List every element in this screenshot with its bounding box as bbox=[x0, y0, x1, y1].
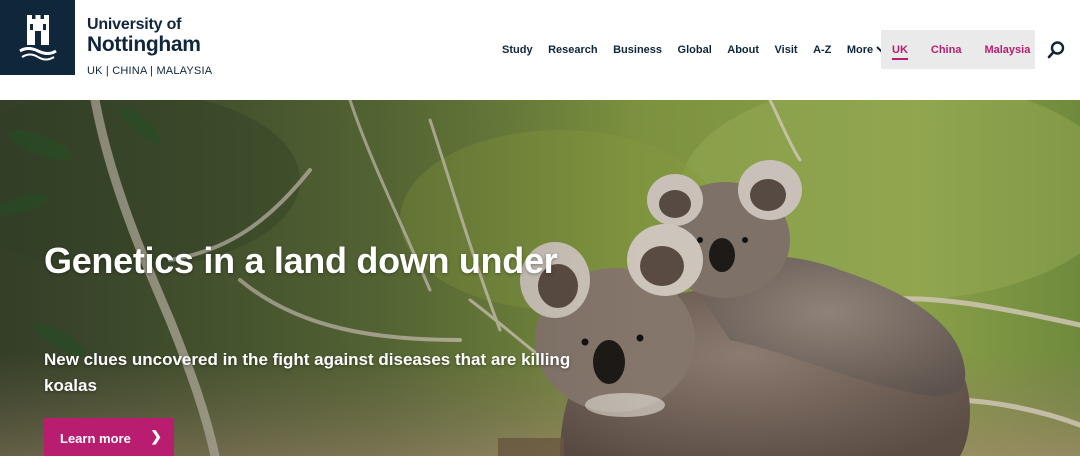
nav-about[interactable]: About bbox=[727, 44, 759, 56]
castle-icon bbox=[18, 14, 57, 60]
hero-title: Genetics in a land down under bbox=[44, 240, 558, 281]
campus-switcher: UK China Malaysia bbox=[881, 30, 1035, 69]
chevron-right-icon: ❯ bbox=[150, 428, 162, 444]
university-wordmark[interactable]: University of Nottingham UK | CHINA | MA… bbox=[87, 16, 212, 78]
nav-a-z[interactable]: A-Z bbox=[813, 44, 831, 56]
brand-campuses: UK | CHINA | MALAYSIA bbox=[87, 65, 213, 77]
site-header: University of Nottingham UK | CHINA | MA… bbox=[0, 0, 1080, 100]
nav-business[interactable]: Business bbox=[613, 44, 662, 56]
learn-more-button[interactable]: Learn more ❯ bbox=[44, 418, 174, 456]
campus-malaysia[interactable]: Malaysia bbox=[984, 44, 1030, 56]
hero-subtitle: New clues uncovered in the fight against… bbox=[44, 350, 571, 395]
brand-line1: University of bbox=[87, 16, 182, 33]
search-icon[interactable] bbox=[1046, 40, 1066, 60]
university-crest-logo[interactable] bbox=[0, 0, 75, 75]
campus-uk[interactable]: UK bbox=[892, 44, 908, 60]
nav-more-label: More bbox=[846, 44, 874, 56]
hero-banner: Genetics in a land down under New clues … bbox=[0, 100, 1080, 456]
nav-global[interactable]: Global bbox=[678, 44, 712, 56]
campus-china[interactable]: China bbox=[931, 44, 962, 56]
brand-line2: Nottingham bbox=[87, 33, 201, 56]
nav-visit[interactable]: Visit bbox=[775, 44, 798, 56]
nav-study[interactable]: Study bbox=[502, 44, 533, 56]
main-navigation: Study Research Business Global About Vis… bbox=[502, 40, 902, 60]
nav-research[interactable]: Research bbox=[548, 44, 598, 56]
learn-more-label: Learn more bbox=[60, 430, 131, 446]
